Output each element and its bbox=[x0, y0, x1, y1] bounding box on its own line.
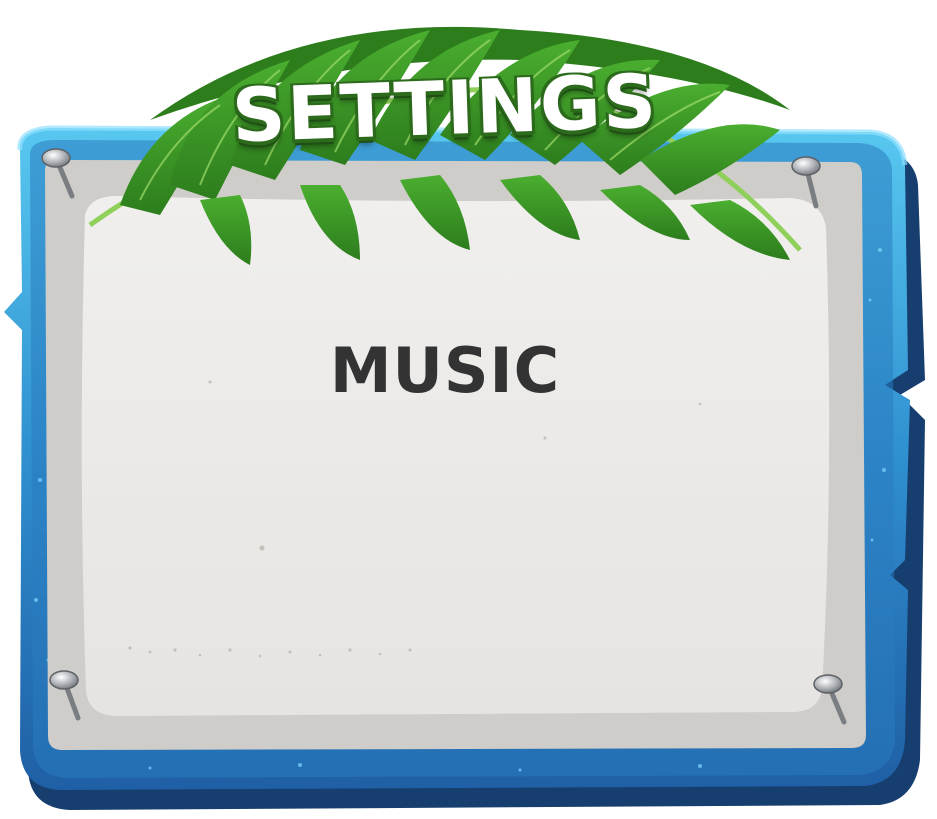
paper-board bbox=[45, 160, 866, 750]
music-section-label: MUSIC bbox=[329, 334, 561, 407]
settings-title: SETTINGS bbox=[230, 58, 660, 160]
